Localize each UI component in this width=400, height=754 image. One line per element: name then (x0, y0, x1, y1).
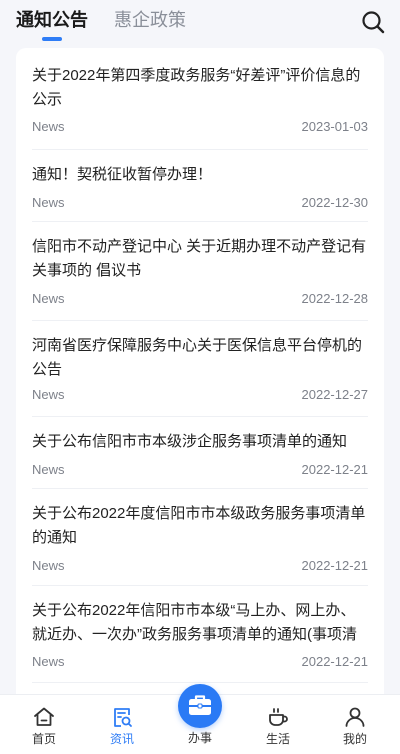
news-item[interactable]: 河南省医疗保障服务中心关于医保信息平台停机的公告 News 2022-12-27 (32, 321, 368, 417)
news-title: 关于2022年第四季度政务服务“好差评”评价信息的公示 (32, 67, 361, 108)
news-date: 2022-12-21 (301, 462, 369, 477)
news-title: 关于公布2022年度信阳市市本级政务服务事项清单的通知 (32, 505, 366, 546)
news-date: 2023-01-03 (301, 119, 369, 134)
search-icon (362, 11, 385, 34)
coffee-icon (269, 708, 288, 726)
news-title: 信阳市不动产登记中心 关于近期办理不动产登记有关事项的 倡议书 (32, 238, 367, 279)
active-tab-indicator (42, 37, 62, 41)
nav-news[interactable]: 资讯 (92, 695, 152, 754)
news-date: 2022-12-28 (301, 291, 369, 306)
news-source: News (32, 654, 65, 669)
news-source: News (32, 462, 65, 477)
nav-label: 资讯 (109, 732, 134, 746)
news-source: News (32, 387, 65, 402)
news-item[interactable]: 通知！契税征收暂停办理！ News 2022-12-30 (32, 150, 368, 222)
news-item[interactable]: 关于公布2022年信阳市市本级“马上办、网上办、就近办、一次办”政务服务事项清单… (32, 586, 368, 683)
news-title: 河南省医疗保障服务中心关于医保信息平台停机的公告 (32, 337, 363, 378)
nav-services[interactable] (178, 684, 222, 728)
news-title: 通知！契税征收暂停办理！ (32, 166, 213, 183)
tab-policies[interactable]: 惠企政策 (114, 8, 186, 32)
header: 通知公告 惠企政策 (0, 0, 400, 46)
nav-label: 办事 (187, 731, 212, 745)
search-button[interactable] (360, 9, 386, 35)
briefcase-icon (189, 695, 211, 715)
nav-label: 我的 (342, 732, 367, 746)
news-item[interactable]: 关于2022年第四季度政务服务“好差评”评价信息的公示 News 2023-01… (32, 64, 368, 150)
news-source: News (32, 558, 65, 573)
news-source: News (32, 195, 65, 210)
news-source: News (32, 291, 65, 306)
nav-home[interactable]: 首页 (14, 695, 74, 754)
news-item[interactable]: 关于公布信阳市市本级涉企服务事项清单的通知 News 2022-12-21 (32, 417, 368, 489)
tab-notices[interactable]: 通知公告 (16, 8, 88, 32)
news-icon (114, 708, 132, 727)
user-icon (345, 707, 365, 727)
news-source: News (32, 119, 65, 134)
news-title: 关于公布2022年信阳市市本级“马上办、网上办、就近办、一次办”政务服务事项清单… (32, 602, 357, 643)
news-list: 关于2022年第四季度政务服务“好差评”评价信息的公示 News 2023-01… (16, 48, 384, 708)
nav-profile[interactable]: 我的 (325, 695, 385, 754)
news-date: 2022-12-27 (301, 387, 369, 402)
news-item[interactable]: 信阳市不动产登记中心 关于近期办理不动产登记有关事项的 倡议书 News 202… (32, 222, 368, 321)
home-icon (34, 707, 54, 726)
news-date: 2022-12-30 (301, 195, 369, 210)
news-date: 2022-12-21 (301, 558, 369, 573)
news-item[interactable]: 关于公布2022年度信阳市市本级政务服务事项清单的通知 News 2022-12… (32, 489, 368, 586)
nav-life[interactable]: 生活 (248, 695, 308, 754)
news-date: 2022-12-21 (301, 654, 369, 669)
nav-label: 首页 (31, 732, 56, 746)
nav-label: 生活 (265, 732, 290, 746)
news-title: 关于公布信阳市市本级涉企服务事项清单的通知 (32, 433, 348, 450)
